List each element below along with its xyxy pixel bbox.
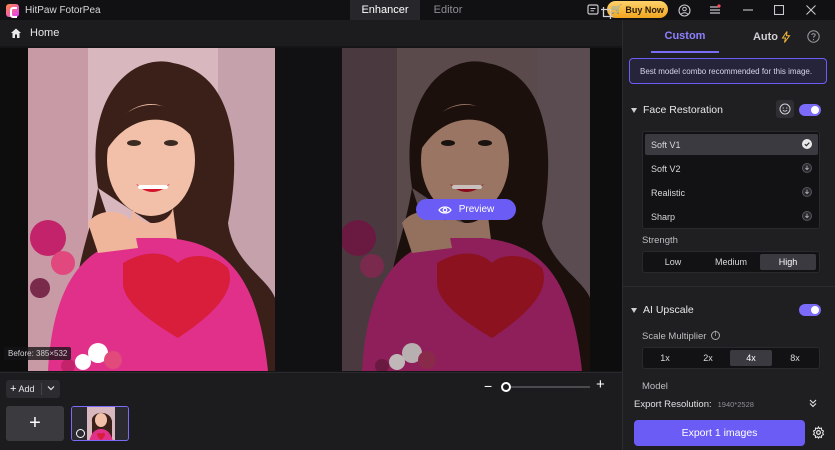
- account-icon[interactable]: [676, 2, 692, 18]
- settings-panel: Custom Auto Best model combo recommended…: [622, 20, 835, 450]
- clock-icon: [76, 429, 85, 438]
- strength-high[interactable]: High: [760, 254, 816, 270]
- tab-auto-label: Auto: [752, 30, 779, 43]
- ai-upscale-title: AI Upscale: [643, 304, 694, 316]
- zoom-out-button[interactable]: −: [484, 379, 494, 393]
- home-icon[interactable]: [10, 27, 22, 39]
- eye-icon: [437, 205, 452, 214]
- zoom-in-button[interactable]: +: [596, 377, 608, 392]
- collapse-triangle-icon: [631, 107, 637, 113]
- tab-editor[interactable]: Editor: [420, 0, 476, 20]
- preview-button[interactable]: Preview: [416, 199, 516, 220]
- help-icon[interactable]: [807, 30, 820, 43]
- model-option-label: Realistic: [651, 187, 686, 198]
- minimize-icon[interactable]: [740, 2, 756, 18]
- check-icon: [802, 139, 812, 149]
- breadcrumb-home[interactable]: Home: [30, 27, 59, 39]
- export-button[interactable]: Export 1 images: [634, 420, 805, 446]
- scale-4x[interactable]: 4x: [730, 350, 772, 366]
- lightning-icon: [781, 30, 791, 43]
- tab-enhancer[interactable]: Enhancer: [350, 0, 420, 20]
- face-restoration-title: Face Restoration: [643, 104, 723, 116]
- app-logo-icon: [6, 3, 19, 18]
- strength-medium[interactable]: Medium: [702, 254, 760, 270]
- preview-label: Preview: [458, 204, 495, 215]
- model-option-label: Sharp: [651, 211, 676, 222]
- model-option-sharp[interactable]: Sharp: [645, 206, 818, 227]
- double-chevron-down-icon[interactable]: [808, 398, 818, 408]
- gear-icon[interactable]: [812, 426, 825, 439]
- menu-icon[interactable]: [707, 2, 723, 18]
- ai-upscale-toggle[interactable]: [799, 304, 821, 316]
- strength-selector: Low Medium High: [642, 251, 820, 273]
- face-restoration-header[interactable]: Face Restoration: [631, 101, 827, 119]
- bottom-toolbar: + Add − + +: [0, 372, 622, 450]
- image-canvas: Before: 385×532 Preview: [0, 46, 622, 372]
- model-option-soft-v2[interactable]: Soft V2: [645, 158, 818, 179]
- zoom-slider[interactable]: [506, 386, 590, 388]
- model-option-label: Soft V1: [651, 139, 681, 150]
- tab-auto[interactable]: Auto: [743, 20, 801, 53]
- maximize-icon[interactable]: [771, 2, 787, 18]
- plus-icon: +: [10, 383, 17, 395]
- model-option-label: Soft V2: [651, 163, 681, 174]
- zoom-slider-handle[interactable]: [501, 382, 511, 392]
- strength-label: Strength: [642, 235, 678, 246]
- model-option-realistic[interactable]: Realistic: [645, 182, 818, 203]
- add-label: Add: [18, 384, 35, 394]
- smile-face-icon: [779, 103, 791, 115]
- close-icon[interactable]: [803, 2, 819, 18]
- message-icon[interactable]: [585, 2, 601, 18]
- breadcrumb: Home: [0, 20, 622, 46]
- buy-now-button[interactable]: 🛒 Buy Now: [607, 1, 668, 18]
- chevron-down-icon[interactable]: [46, 383, 56, 393]
- scale-8x[interactable]: 8x: [772, 350, 818, 366]
- model-option-soft-v1[interactable]: Soft V1: [645, 134, 818, 155]
- before-image[interactable]: [28, 48, 275, 371]
- scale-multiplier-text: Scale Multiplier: [642, 331, 707, 342]
- face-restoration-toggle[interactable]: [799, 104, 821, 116]
- export-resolution-row: Export Resolution: 1940*2528: [623, 393, 835, 415]
- collapse-triangle-icon: [631, 307, 637, 313]
- crop-icon[interactable]: [600, 6, 614, 20]
- download-icon: [802, 211, 812, 221]
- face-detect-button[interactable]: [776, 100, 794, 118]
- image-thumbnail[interactable]: [71, 406, 129, 441]
- scale-2x[interactable]: 2x: [686, 350, 730, 366]
- app-title: HitPaw FotorPea: [25, 4, 101, 16]
- export-resolution-label: Export Resolution:: [634, 398, 712, 410]
- before-size-label: Before: 385×532: [4, 347, 72, 360]
- export-resolution-value: 1940*2528: [717, 399, 754, 409]
- buy-now-label: Buy Now: [625, 4, 664, 15]
- download-icon: [802, 163, 812, 173]
- tab-custom[interactable]: Custom: [651, 20, 719, 53]
- scale-1x[interactable]: 1x: [644, 350, 686, 366]
- recommendation-note: Best model combo recommended for this im…: [629, 58, 827, 84]
- scale-selector: 1x 2x 4x 8x: [642, 347, 820, 369]
- face-model-list: Soft V1 Soft V2 Realistic Sharp: [642, 131, 820, 229]
- add-image-button[interactable]: +: [6, 406, 64, 441]
- download-icon: [802, 187, 812, 197]
- info-icon[interactable]: [711, 331, 721, 340]
- model-label: Model: [642, 381, 668, 392]
- strength-low[interactable]: Low: [644, 254, 702, 270]
- scale-multiplier-label: Scale Multiplier: [642, 331, 721, 342]
- ai-upscale-header[interactable]: AI Upscale: [631, 301, 827, 319]
- add-button[interactable]: + Add: [6, 380, 60, 398]
